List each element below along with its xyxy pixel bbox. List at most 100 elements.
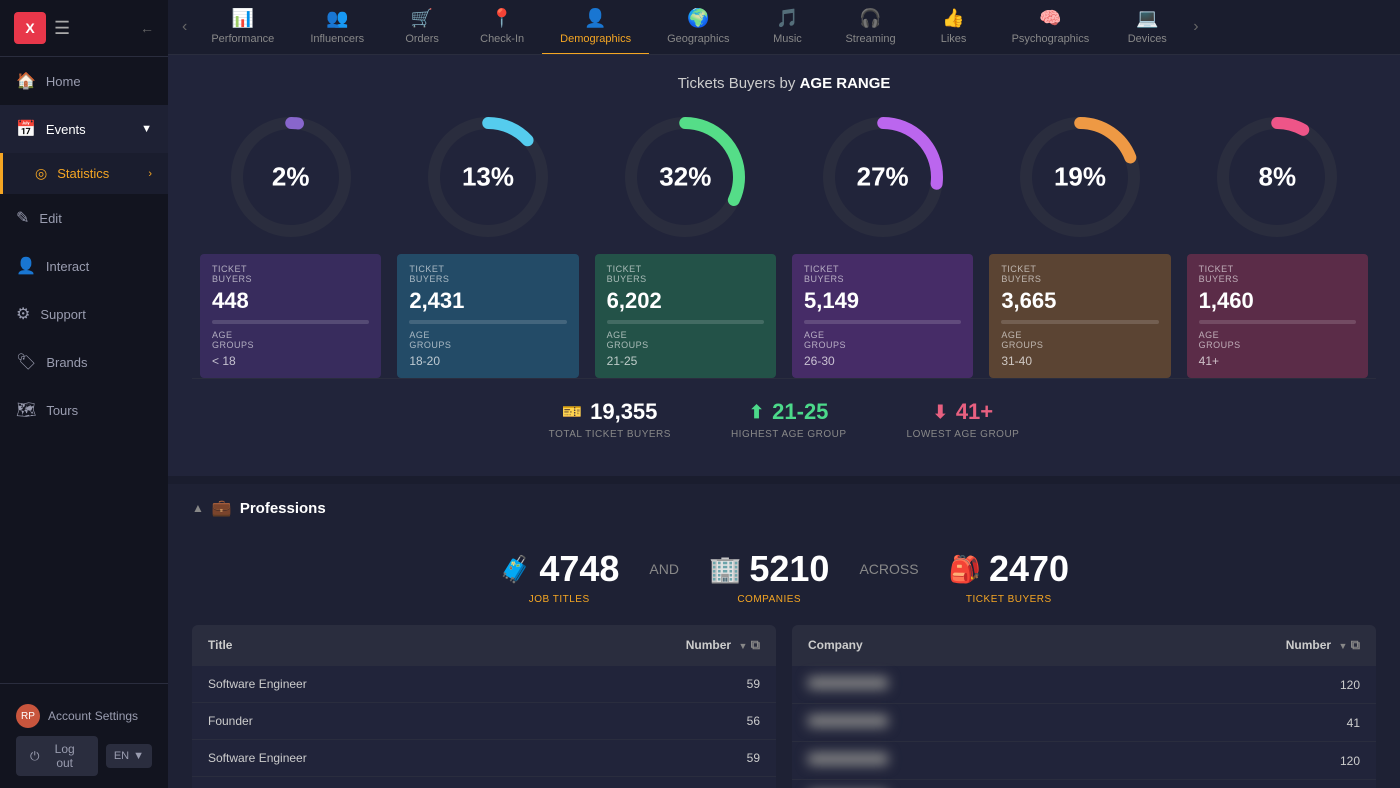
logout-button[interactable]: ⏻ Log out [16, 736, 98, 776]
age-group-label-5: AGEGROUPS [1199, 330, 1356, 350]
highest-age-label: HIGHEST AGE GROUP [731, 429, 847, 440]
ticket-buyers-label-3: TICKETBUYERS [804, 264, 961, 284]
demographics-icon: 👤 [584, 8, 606, 29]
ticket-buyers-value-3: 5,149 [804, 288, 961, 314]
tab-checkin[interactable]: 📍 Check-In [462, 0, 542, 55]
tab-orders[interactable]: 🛒 Orders [382, 0, 462, 55]
tab-demographics[interactable]: 👤 Demographics [542, 0, 649, 55]
sidebar-item-edit[interactable]: ✎ Edit [0, 194, 168, 242]
age-group-label-0: AGEGROUPS [212, 330, 369, 350]
table-row: Software Engineer 59 [192, 740, 776, 777]
interact-icon: 👤 [16, 256, 36, 276]
lowest-age-group-summary: ⬇ 41+ LOWEST AGE GROUP [907, 399, 1020, 440]
age-group-label-1: AGEGROUPS [409, 330, 566, 350]
nav-prev-button[interactable]: ‹ [176, 18, 193, 36]
title-cell: Software Engineer [192, 666, 514, 703]
highest-age-group-summary: ⬆ 21-25 HIGHEST AGE GROUP [731, 399, 847, 440]
sidebar-item-brands[interactable]: 🏷 Brands [0, 338, 168, 386]
sidebar-item-statistics[interactable]: ◎ Statistics › [0, 153, 168, 194]
age-group-value-0: < 18 [212, 354, 369, 368]
donut-chart-3: 27% [818, 112, 948, 242]
sidebar-item-home[interactable]: 🏠 Home [0, 57, 168, 105]
brands-icon: 🏷 [16, 352, 36, 372]
checkin-icon: 📍 [491, 8, 513, 29]
tab-devices[interactable]: 💻 Devices [1107, 0, 1187, 55]
tab-demographics-label: Demographics [560, 33, 631, 45]
sidebar-item-support[interactable]: ⚙ Support [0, 290, 168, 338]
age-stat-box-3: TICKETBUYERS 5,149 AGEGROUPS 26-30 [792, 254, 973, 378]
number-cell: 59 [514, 740, 776, 777]
ticket-icon: 🎫 [562, 402, 582, 422]
language-selector[interactable]: EN ▼ [106, 744, 152, 768]
top-navigation: ‹ 📊 Performance 👥 Influencers 🛒 Orders 📍… [168, 0, 1400, 55]
sort-icon: ▼ [738, 641, 747, 651]
title-table: Title Number ▼ ⧉ Software Engineer [192, 625, 776, 788]
age-stat-box-2: TICKETBUYERS 6,202 AGEGROUPS 21-25 [595, 254, 776, 378]
sidebar-item-events-label: Events [46, 122, 86, 137]
sidebar-item-interact-label: Interact [46, 259, 89, 274]
professions-collapse-button[interactable]: ▲ [192, 501, 204, 515]
company-col-header: Company [792, 625, 1092, 666]
age-col-5: 8% TICKETBUYERS 1,460 AGEGROUPS 41+ [1179, 112, 1376, 378]
sidebar-item-tours[interactable]: 🗺 Tours [0, 386, 168, 434]
hamburger-button[interactable]: ☰ [54, 18, 70, 39]
age-col-2: 32% TICKETBUYERS 6,202 AGEGROUPS 21-25 [587, 112, 784, 378]
sidebar-item-events[interactable]: 📅 Events ▼ [0, 105, 168, 153]
prof-ticket-buyers-count: 2470 [989, 548, 1069, 590]
age-stat-box-5: TICKETBUYERS 1,460 AGEGROUPS 41+ [1187, 254, 1368, 378]
tab-likes[interactable]: 👍 Likes [914, 0, 994, 55]
age-stat-box-4: TICKETBUYERS 3,665 AGEGROUPS 31-40 [989, 254, 1170, 378]
age-group-label-3: AGEGROUPS [804, 330, 961, 350]
donut-percent-0: 2% [272, 162, 310, 193]
down-arrow-icon: ⬇ [933, 402, 948, 423]
tab-influencers[interactable]: 👥 Influencers [292, 0, 382, 55]
tab-geographics[interactable]: 🌍 Geographics [649, 0, 747, 55]
ticket-buyers-stat: 🎒 2470 TICKET BUYERS [949, 548, 1069, 605]
title-cell: Founder [192, 777, 514, 788]
lowest-age-label: LOWEST AGE GROUP [907, 429, 1020, 440]
professions-tables-row: Title Number ▼ ⧉ Software Engineer [192, 625, 1376, 788]
table-row: Founder 56 [192, 703, 776, 740]
tab-streaming-label: Streaming [845, 33, 895, 45]
company-copy-button[interactable]: ⧉ [1351, 637, 1360, 652]
age-group-value-1: 18-20 [409, 354, 566, 368]
donut-percent-2: 32% [659, 162, 711, 193]
sidebar-item-home-label: Home [46, 74, 81, 89]
account-settings-link[interactable]: RP Account Settings [16, 696, 152, 736]
table-row: Software Engineer 59 [192, 666, 776, 703]
sidebar-item-support-label: Support [40, 307, 86, 322]
copy-button[interactable]: ⧉ [751, 637, 760, 652]
table-row: 120 [792, 666, 1376, 704]
performance-icon: 📊 [232, 8, 254, 29]
company-table-container: Company Number ▼ ⧉ 120 [792, 625, 1376, 788]
logout-row: ⏻ Log out EN ▼ [16, 736, 152, 776]
lowest-age-value: 41+ [956, 399, 993, 425]
tab-psychographics-label: Psychographics [1012, 33, 1090, 45]
professions-icon: 💼 [212, 498, 232, 518]
age-summary-row: 🎫 19,355 TOTAL TICKET BUYERS ⬆ 21-25 HIG… [192, 378, 1376, 456]
back-button[interactable]: ← [140, 20, 154, 36]
number-col-header: Number ▼ ⧉ [514, 625, 776, 666]
professions-section: ▲ 💼 Professions 🧳 4748 JOB TITLES AND 🏢 [168, 484, 1400, 788]
content-area: Tickets Buyers by AGE RANGE 2% TICKETBUY… [168, 55, 1400, 788]
nav-next-button[interactable]: › [1187, 18, 1204, 36]
age-stat-box-1: TICKETBUYERS 2,431 AGEGROUPS 18-20 [397, 254, 578, 378]
tab-orders-label: Orders [405, 33, 439, 45]
table-row: 120 [792, 742, 1376, 780]
sidebar-item-statistics-label: Statistics [57, 166, 109, 181]
logout-icon: ⏻ [30, 749, 40, 764]
tab-music[interactable]: 🎵 Music [747, 0, 827, 55]
streaming-icon: 🎧 [859, 8, 881, 29]
job-titles-stat: 🧳 4748 JOB TITLES [499, 548, 619, 605]
tab-devices-label: Devices [1128, 33, 1167, 45]
tab-streaming[interactable]: 🎧 Streaming [827, 0, 913, 55]
age-group-value-5: 41+ [1199, 354, 1356, 368]
sidebar-logo: X ☰ ← [0, 0, 168, 57]
professions-stats-row: 🧳 4748 JOB TITLES AND 🏢 5210 COMPANIES A… [192, 532, 1376, 625]
sidebar-item-interact[interactable]: 👤 Interact [0, 242, 168, 290]
sidebar-item-edit-label: Edit [39, 211, 61, 226]
title-cell: Software Engineer [192, 740, 514, 777]
edit-icon: ✎ [16, 208, 29, 228]
tab-psychographics[interactable]: 🧠 Psychographics [994, 0, 1108, 55]
tab-performance[interactable]: 📊 Performance [193, 0, 292, 55]
